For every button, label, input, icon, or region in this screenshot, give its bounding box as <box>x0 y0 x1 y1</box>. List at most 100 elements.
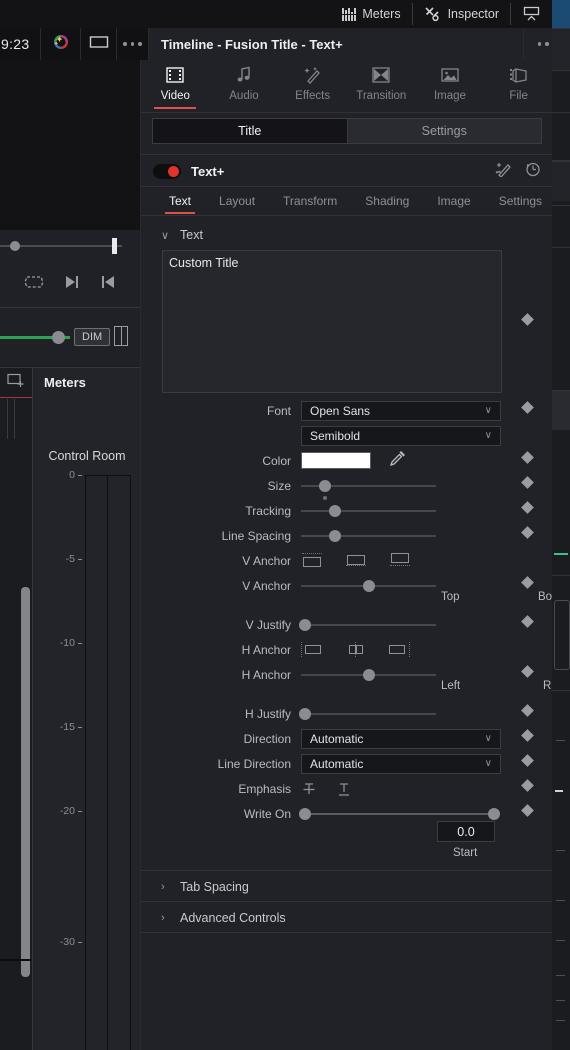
tab-transition[interactable]: Transition <box>350 65 412 109</box>
h-anchor-min-label: Left <box>441 680 461 692</box>
tracking-slider-track[interactable] <box>301 509 436 512</box>
font-family-dropdown[interactable]: Open Sans ∨ <box>301 400 501 421</box>
sliver-row <box>552 28 570 70</box>
eyedropper-icon[interactable] <box>389 449 407 472</box>
scrub-handle[interactable] <box>10 241 20 251</box>
mute-pause-icon[interactable] <box>114 326 128 346</box>
h-justify-label: H Justify <box>244 706 291 721</box>
anchor-bottom-icon[interactable] <box>389 553 411 568</box>
write-on-start-handle[interactable] <box>299 807 311 820</box>
vertical-scrollbar-thumb[interactable] <box>21 587 30 977</box>
loop-icon[interactable] <box>24 275 44 294</box>
tab-settings[interactable]: Settings <box>347 118 542 144</box>
direction-dropdown[interactable]: Automatic ∨ <box>301 728 501 749</box>
global-toolbar: Meters Inspector <box>0 0 570 28</box>
tab-effects[interactable]: Effects <box>282 65 344 109</box>
tracking-slider-handle[interactable] <box>329 504 341 517</box>
sliver-tick <box>556 900 565 901</box>
subtab-shading[interactable]: Shading <box>351 187 423 215</box>
next-frame-icon[interactable] <box>64 274 80 295</box>
volume-handle[interactable] <box>52 331 65 344</box>
meters-panel-header: Meters <box>0 367 140 398</box>
color-swatch[interactable] <box>301 452 371 469</box>
transition-icon <box>371 65 391 85</box>
font-style-dropdown[interactable]: Semibold ∨ <box>301 425 501 446</box>
h-justify-slider-track[interactable] <box>301 712 436 715</box>
panel-collapse-button[interactable] <box>511 0 552 28</box>
tab-label: Transition <box>356 90 407 102</box>
previous-frame-icon[interactable] <box>100 274 116 295</box>
inspector-toolbar-button[interactable]: Inspector <box>413 0 510 28</box>
tab-title[interactable]: Title <box>152 118 348 144</box>
viewer-frame-button[interactable] <box>80 28 116 60</box>
inspector-panel: Video Audio Effects Transition Image File Tit… <box>140 60 570 1050</box>
write-on-end-handle[interactable] <box>488 807 500 820</box>
strikethrough-icon[interactable] <box>301 781 317 797</box>
tab-video[interactable]: Video <box>144 65 206 109</box>
h-anchor-slider-handle[interactable] <box>363 668 375 681</box>
write-on-slider-track[interactable] <box>301 812 498 815</box>
row-font: Font Open Sans ∨ <box>141 398 553 423</box>
v-justify-slider-handle[interactable] <box>299 618 311 631</box>
strip-line <box>7 399 8 439</box>
title-settings-segmented: Title Settings <box>141 118 553 146</box>
underline-icon[interactable] <box>336 781 352 797</box>
h-anchor-label: H Anchor <box>241 667 291 682</box>
write-on-start-input[interactable]: 0.0 <box>437 821 495 842</box>
anchor-right-icon[interactable] <box>389 642 411 657</box>
color-wheel-button[interactable] <box>40 28 80 60</box>
keyframe-diamond[interactable] <box>521 313 534 326</box>
section-text[interactable]: ∨ Text <box>141 222 553 248</box>
sliver-tick <box>556 1020 565 1021</box>
anchor-top-icon[interactable] <box>301 553 323 568</box>
reset-keyframe-icon[interactable] <box>525 161 541 182</box>
subtab-text[interactable]: Text <box>155 187 205 215</box>
row-size: Size 0.09 <box>141 473 553 500</box>
subtab-settings[interactable]: Settings <box>485 187 556 215</box>
line-direction-dropdown[interactable]: Automatic ∨ <box>301 753 501 774</box>
node-name-label: Text+ <box>191 163 225 179</box>
anchor-middle-icon[interactable] <box>345 553 367 568</box>
meters-panel-title: Meters <box>32 367 140 398</box>
row-tracking: Tracking 1.0 <box>141 498 553 523</box>
strip-line <box>14 399 15 439</box>
sliver-divider <box>552 575 570 576</box>
direction-label: Direction <box>243 731 291 746</box>
divider <box>141 215 553 216</box>
styled-text-input[interactable]: Custom Title <box>162 250 502 393</box>
keyframe-diamond[interactable] <box>521 804 534 817</box>
v-justify-slider-track[interactable] <box>301 623 436 626</box>
line-spacing-slider-handle[interactable] <box>329 529 341 542</box>
direction-value: Automatic <box>310 731 364 746</box>
subtab-layout[interactable]: Layout <box>205 187 269 215</box>
scrub-end-marker[interactable] <box>112 238 117 254</box>
dim-button[interactable]: DIM <box>74 328 111 346</box>
anchor-left-icon[interactable] <box>301 642 323 657</box>
file-stack-icon <box>509 65 529 85</box>
tab-file[interactable]: File <box>488 65 550 109</box>
meter-bars <box>85 475 131 1050</box>
divider <box>141 932 553 933</box>
meters-toolbar-button[interactable]: Meters <box>331 0 411 28</box>
tab-image[interactable]: Image <box>419 65 481 109</box>
font-style-value: Semibold <box>310 428 361 443</box>
size-slider-handle[interactable] <box>319 479 331 492</box>
line-spacing-slider-track[interactable] <box>301 534 436 537</box>
section-advanced-controls[interactable]: › Advanced Controls <box>141 905 553 931</box>
add-meter-button[interactable] <box>0 368 32 398</box>
h-justify-slider-handle[interactable] <box>299 707 311 720</box>
subtab-image[interactable]: Image <box>423 187 484 215</box>
anchor-center-icon[interactable] <box>345 642 367 657</box>
node-enable-toggle[interactable] <box>153 163 181 179</box>
meter-scale-label: -30 <box>59 936 75 948</box>
auto-animate-icon[interactable] <box>495 161 513 182</box>
timeline-options-button[interactable] <box>116 28 148 60</box>
tab-label: Image <box>433 90 466 102</box>
scrub-slider-row <box>0 230 140 262</box>
emphasis-label: Emphasis <box>238 781 291 796</box>
tab-audio[interactable]: Audio <box>213 65 275 109</box>
v-anchor-slider-handle[interactable] <box>363 579 375 592</box>
subtab-transform[interactable]: Transform <box>269 187 351 215</box>
section-tab-spacing[interactable]: › Tab Spacing <box>141 874 553 900</box>
timeline-title: Timeline - Fusion Title - Text+ <box>148 28 523 60</box>
